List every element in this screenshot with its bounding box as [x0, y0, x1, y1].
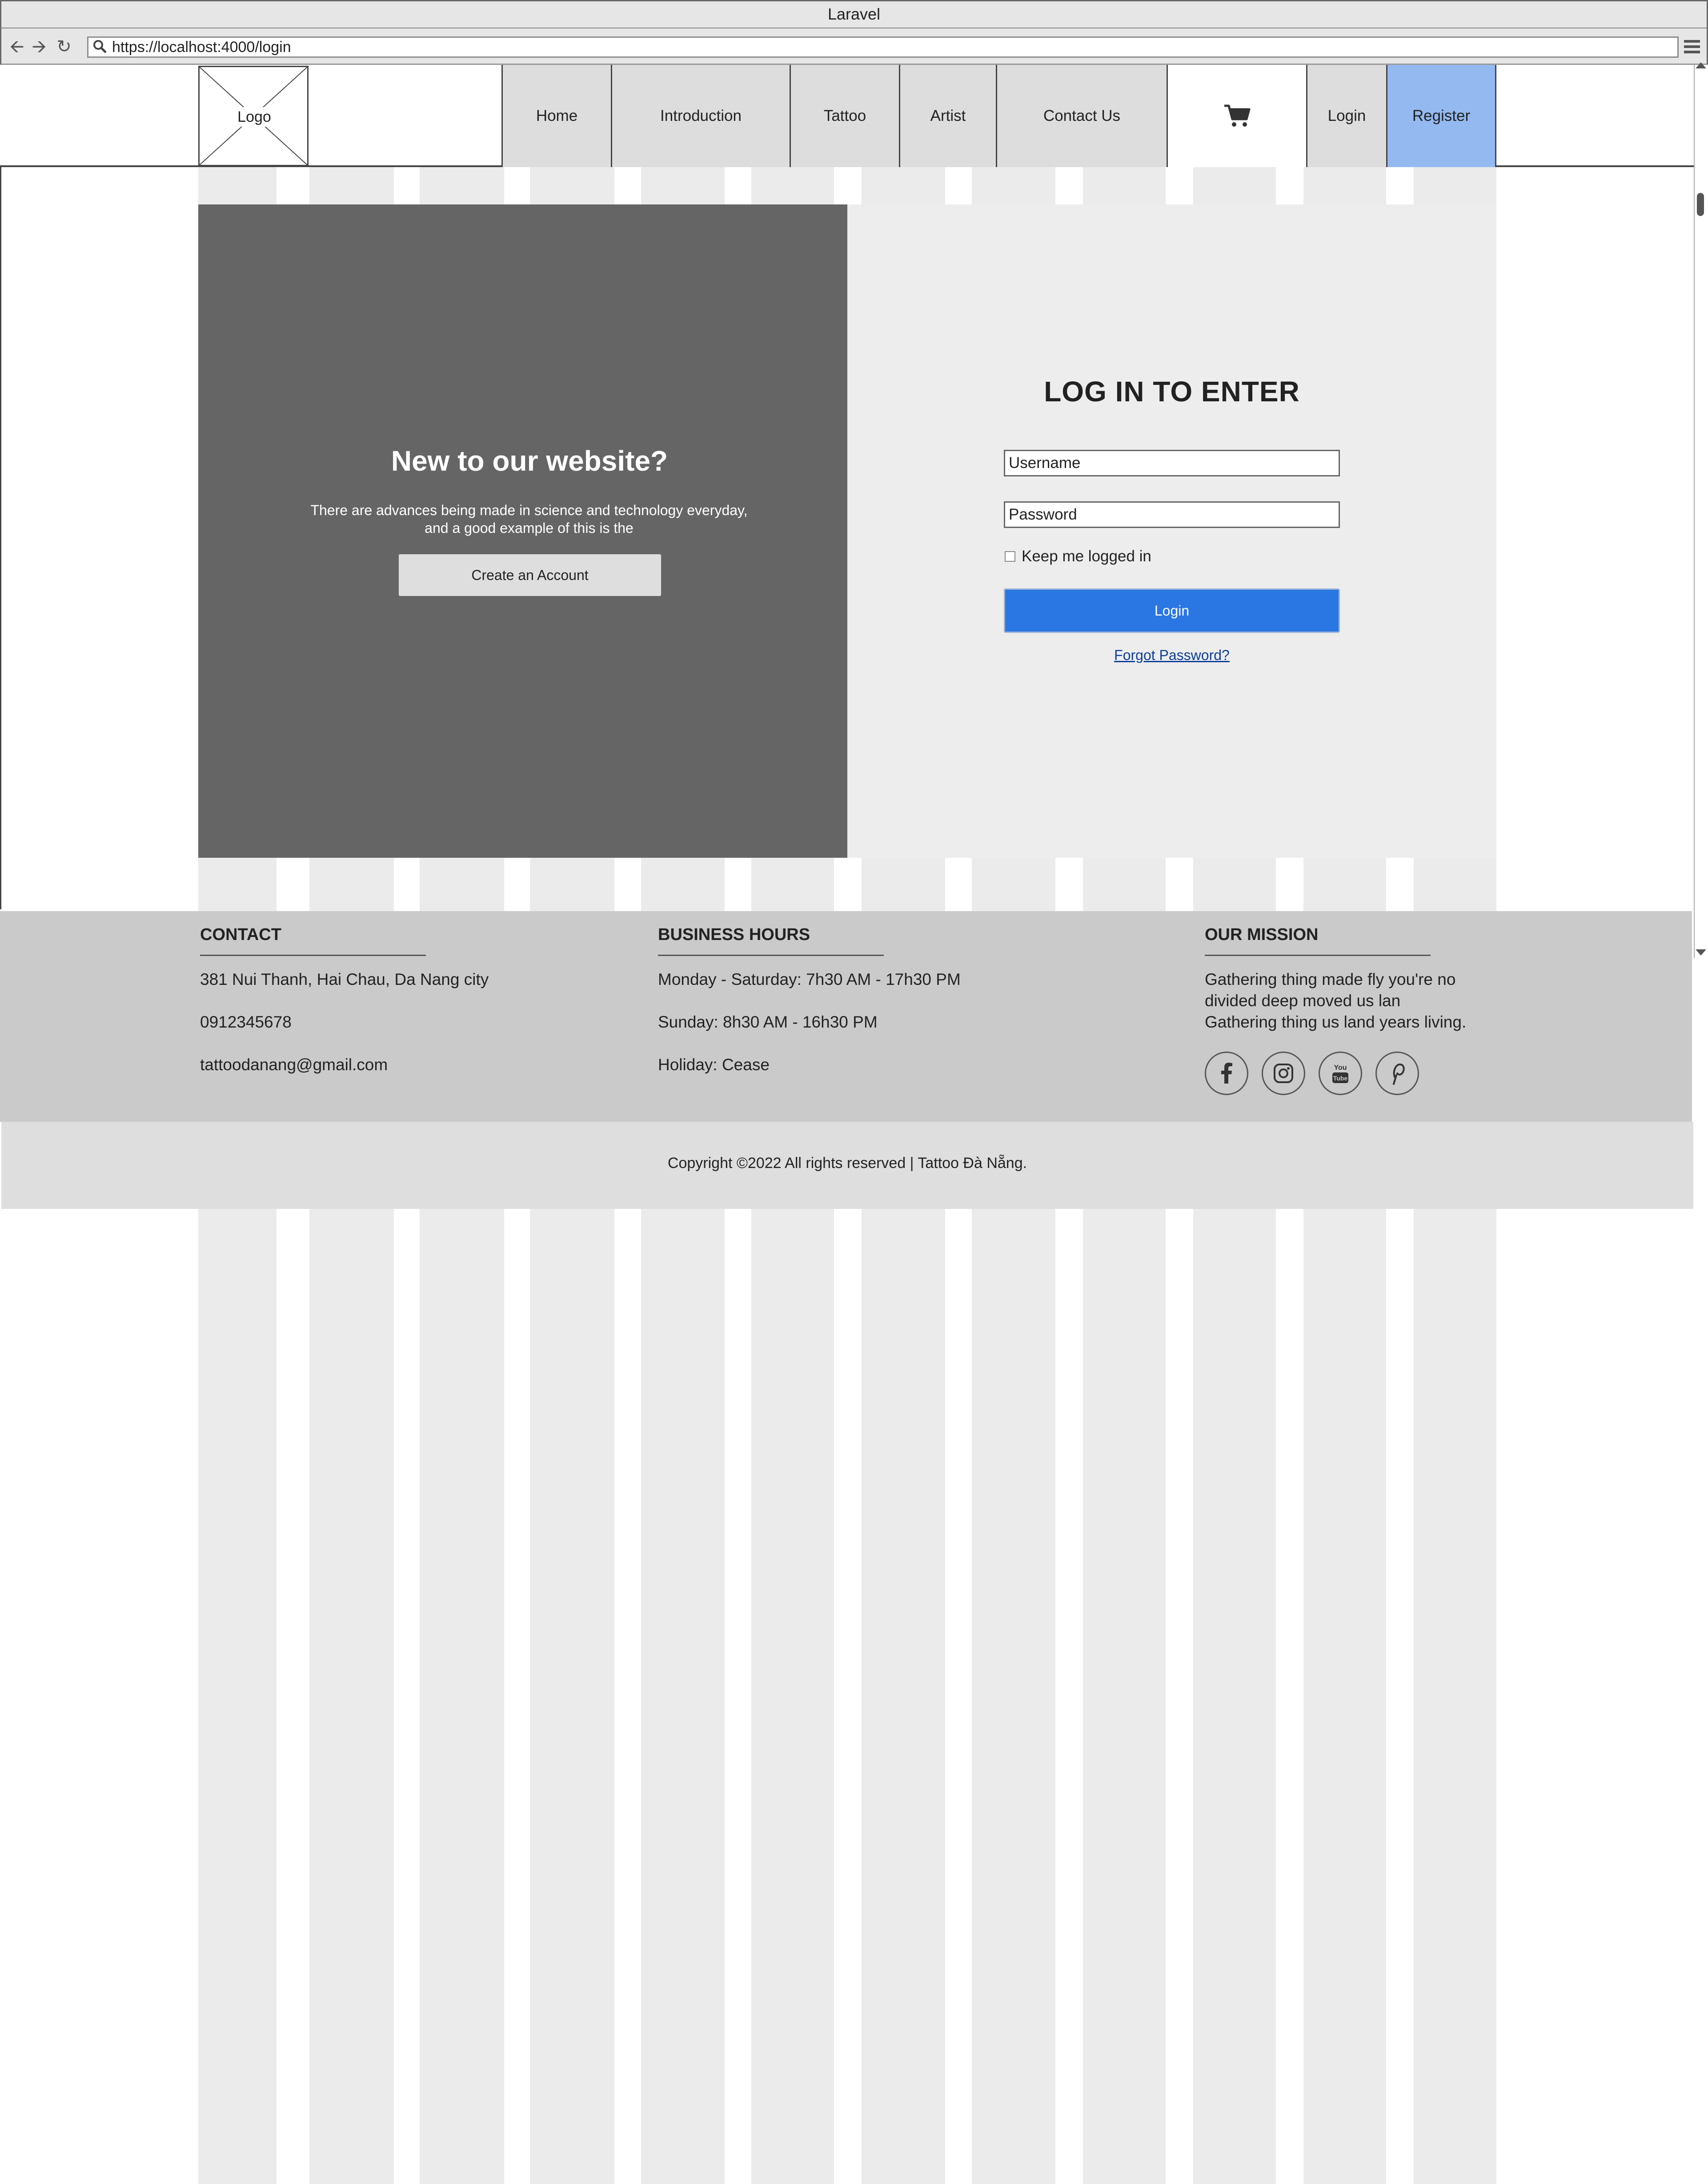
site-logo[interactable]: Logo	[198, 66, 309, 166]
shopping-cart-icon	[1224, 104, 1250, 127]
nav-home[interactable]: Home	[501, 65, 611, 167]
footer-contact-heading: CONTACT	[200, 925, 281, 944]
window-title: Laravel	[827, 5, 881, 23]
cart-button[interactable]	[1167, 65, 1306, 167]
nav-login[interactable]: Login	[1306, 65, 1386, 167]
footer-mission-line: Gathering thing made fly you're no	[1205, 970, 1456, 988]
footer-mission-line: divided deep moved us lan	[1205, 992, 1401, 1010]
footer-mission-heading: OUR MISSION	[1205, 925, 1319, 944]
footer-mission-line: Gathering thing us land years living.	[1205, 1013, 1467, 1031]
nav-introduction[interactable]: Introduction	[611, 65, 790, 167]
reload-icon[interactable]: ↻	[55, 36, 73, 57]
username-input[interactable]	[1004, 450, 1340, 476]
instagram-icon[interactable]	[1262, 1052, 1305, 1095]
create-account-button[interactable]: Create an Account	[397, 553, 662, 597]
nav-tattoo[interactable]: Tattoo	[790, 65, 899, 167]
nav-artist[interactable]: Artist	[899, 65, 996, 167]
search-icon	[92, 38, 108, 55]
login-submit-button[interactable]: Login	[1004, 588, 1340, 633]
footer-hours-weekday: Monday - Saturday: 7h30 AM - 17h30 PM	[658, 970, 961, 988]
signup-description: There are advances being made in science…	[310, 502, 748, 536]
facebook-icon[interactable]	[1205, 1052, 1248, 1095]
page-frame-left	[0, 65, 1, 909]
address-bar[interactable]	[87, 36, 1679, 58]
forward-arrow-icon[interactable]: 🡪	[30, 36, 48, 57]
scroll-down-arrow-icon[interactable]	[1696, 949, 1706, 956]
copyright-text: Copyright ©2022 All rights reserved | Ta…	[667, 1155, 1027, 1172]
footer-hours-heading: BUSINESS HOURS	[658, 925, 810, 944]
login-title: LOG IN TO ENTER	[1044, 376, 1300, 408]
back-arrow-icon[interactable]: 🡨	[8, 36, 26, 57]
nav-register[interactable]: Register	[1386, 65, 1496, 167]
footer-phone: 0912345678	[200, 1013, 292, 1031]
signup-title: New to our website?	[391, 445, 668, 477]
scrollbar-thumb[interactable]	[1697, 193, 1704, 216]
logo-label: Logo	[234, 107, 274, 127]
footer-hours-divider	[658, 955, 884, 956]
youtube-icon[interactable]: You Tube	[1319, 1052, 1362, 1095]
nav-contact-us[interactable]: Contact Us	[996, 65, 1167, 167]
password-input[interactable]	[1004, 501, 1340, 528]
footer-hours-holiday: Holiday: Cease	[658, 1056, 770, 1074]
browser-menu-icon[interactable]	[1684, 37, 1700, 57]
footer-mission-divider	[1205, 955, 1431, 956]
scroll-up-arrow-icon[interactable]	[1696, 62, 1706, 68]
keep-logged-in-checkbox[interactable]	[1005, 551, 1015, 562]
svg-text:Tube: Tube	[1333, 1075, 1348, 1082]
keep-logged-in-label[interactable]: Keep me logged in	[1022, 546, 1151, 567]
footer-contact-divider	[200, 955, 426, 956]
footer-hours-sunday: Sunday: 8h30 AM - 16h30 PM	[658, 1013, 878, 1031]
footer-address: 381 Nui Thanh, Hai Chau, Da Nang city	[200, 970, 489, 988]
forgot-password-link[interactable]: Forgot Password?	[847, 647, 1496, 664]
address-bar-url[interactable]: https://localhost:4000/login	[112, 36, 291, 58]
pinterest-icon[interactable]	[1375, 1052, 1419, 1095]
svg-text:You: You	[1334, 1064, 1347, 1072]
login-panel	[847, 204, 1496, 858]
footer-email: tattoodanang@gmail.com	[200, 1056, 388, 1074]
